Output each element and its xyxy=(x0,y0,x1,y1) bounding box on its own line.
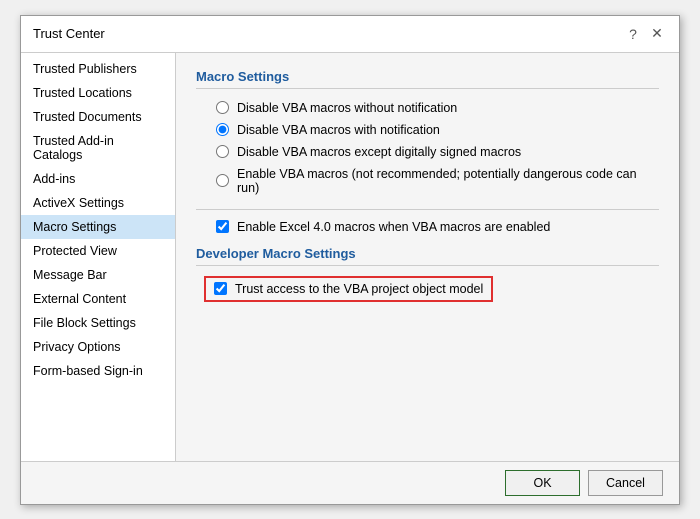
help-button[interactable]: ? xyxy=(623,24,643,44)
sidebar-item-protected-view[interactable]: Protected View xyxy=(21,239,175,263)
dialog-title: Trust Center xyxy=(33,26,105,41)
ok-button[interactable]: OK xyxy=(505,470,580,496)
radio-item-r1: Disable VBA macros without notification xyxy=(216,101,659,115)
radio-r4[interactable] xyxy=(216,174,229,187)
sidebar-item-trusted-publishers[interactable]: Trusted Publishers xyxy=(21,57,175,81)
sidebar-item-trusted-documents[interactable]: Trusted Documents xyxy=(21,105,175,129)
dev-checkbox-row: Trust access to the VBA project object m… xyxy=(204,276,493,302)
title-bar: Trust Center ? ✕ xyxy=(21,16,679,53)
radio-item-r2: Disable VBA macros with notification xyxy=(216,123,659,137)
radio-r2[interactable] xyxy=(216,123,229,136)
sidebar-item-external-content[interactable]: External Content xyxy=(21,287,175,311)
radio-label-r4: Enable VBA macros (not recommended; pote… xyxy=(237,167,659,195)
radio-label-r1: Disable VBA macros without notification xyxy=(237,101,457,115)
dialog-footer: OK Cancel xyxy=(21,461,679,504)
radio-item-r3: Disable VBA macros except digitally sign… xyxy=(216,145,659,159)
sidebar-item-activex-settings[interactable]: ActiveX Settings xyxy=(21,191,175,215)
separator xyxy=(196,209,659,210)
sidebar-item-form-signin[interactable]: Form-based Sign-in xyxy=(21,359,175,383)
sidebar-item-file-block[interactable]: File Block Settings xyxy=(21,311,175,335)
sidebar-item-message-bar[interactable]: Message Bar xyxy=(21,263,175,287)
macro-radio-group: Disable VBA macros without notification D… xyxy=(216,101,659,195)
title-bar-left: Trust Center xyxy=(33,26,105,41)
radio-item-r4: Enable VBA macros (not recommended; pote… xyxy=(216,167,659,195)
sidebar-item-add-ins[interactable]: Add-ins xyxy=(21,167,175,191)
excel-macro-checkbox-row: Enable Excel 4.0 macros when VBA macros … xyxy=(216,220,659,234)
dialog-body: Trusted PublishersTrusted LocationsTrust… xyxy=(21,53,679,461)
sidebar-item-macro-settings[interactable]: Macro Settings xyxy=(21,215,175,239)
sidebar: Trusted PublishersTrusted LocationsTrust… xyxy=(21,53,176,461)
main-content: Macro Settings Disable VBA macros withou… xyxy=(176,53,679,461)
radio-r3[interactable] xyxy=(216,145,229,158)
close-button[interactable]: ✕ xyxy=(647,24,667,44)
sidebar-item-privacy-options[interactable]: Privacy Options xyxy=(21,335,175,359)
dev-section-title: Developer Macro Settings xyxy=(196,246,659,266)
title-controls: ? ✕ xyxy=(623,24,667,44)
trust-center-dialog: Trust Center ? ✕ Trusted PublishersTrust… xyxy=(20,15,680,505)
macro-settings-title: Macro Settings xyxy=(196,69,659,89)
sidebar-item-trusted-addin[interactable]: Trusted Add-in Catalogs xyxy=(21,129,175,167)
cancel-button[interactable]: Cancel xyxy=(588,470,663,496)
excel-macro-label: Enable Excel 4.0 macros when VBA macros … xyxy=(237,220,550,234)
excel-macro-checkbox[interactable] xyxy=(216,220,229,233)
sidebar-item-trusted-locations[interactable]: Trusted Locations xyxy=(21,81,175,105)
radio-label-r3: Disable VBA macros except digitally sign… xyxy=(237,145,521,159)
dev-checkbox[interactable] xyxy=(214,282,227,295)
radio-r1[interactable] xyxy=(216,101,229,114)
dev-checkbox-label: Trust access to the VBA project object m… xyxy=(235,282,483,296)
radio-label-r2: Disable VBA macros with notification xyxy=(237,123,440,137)
